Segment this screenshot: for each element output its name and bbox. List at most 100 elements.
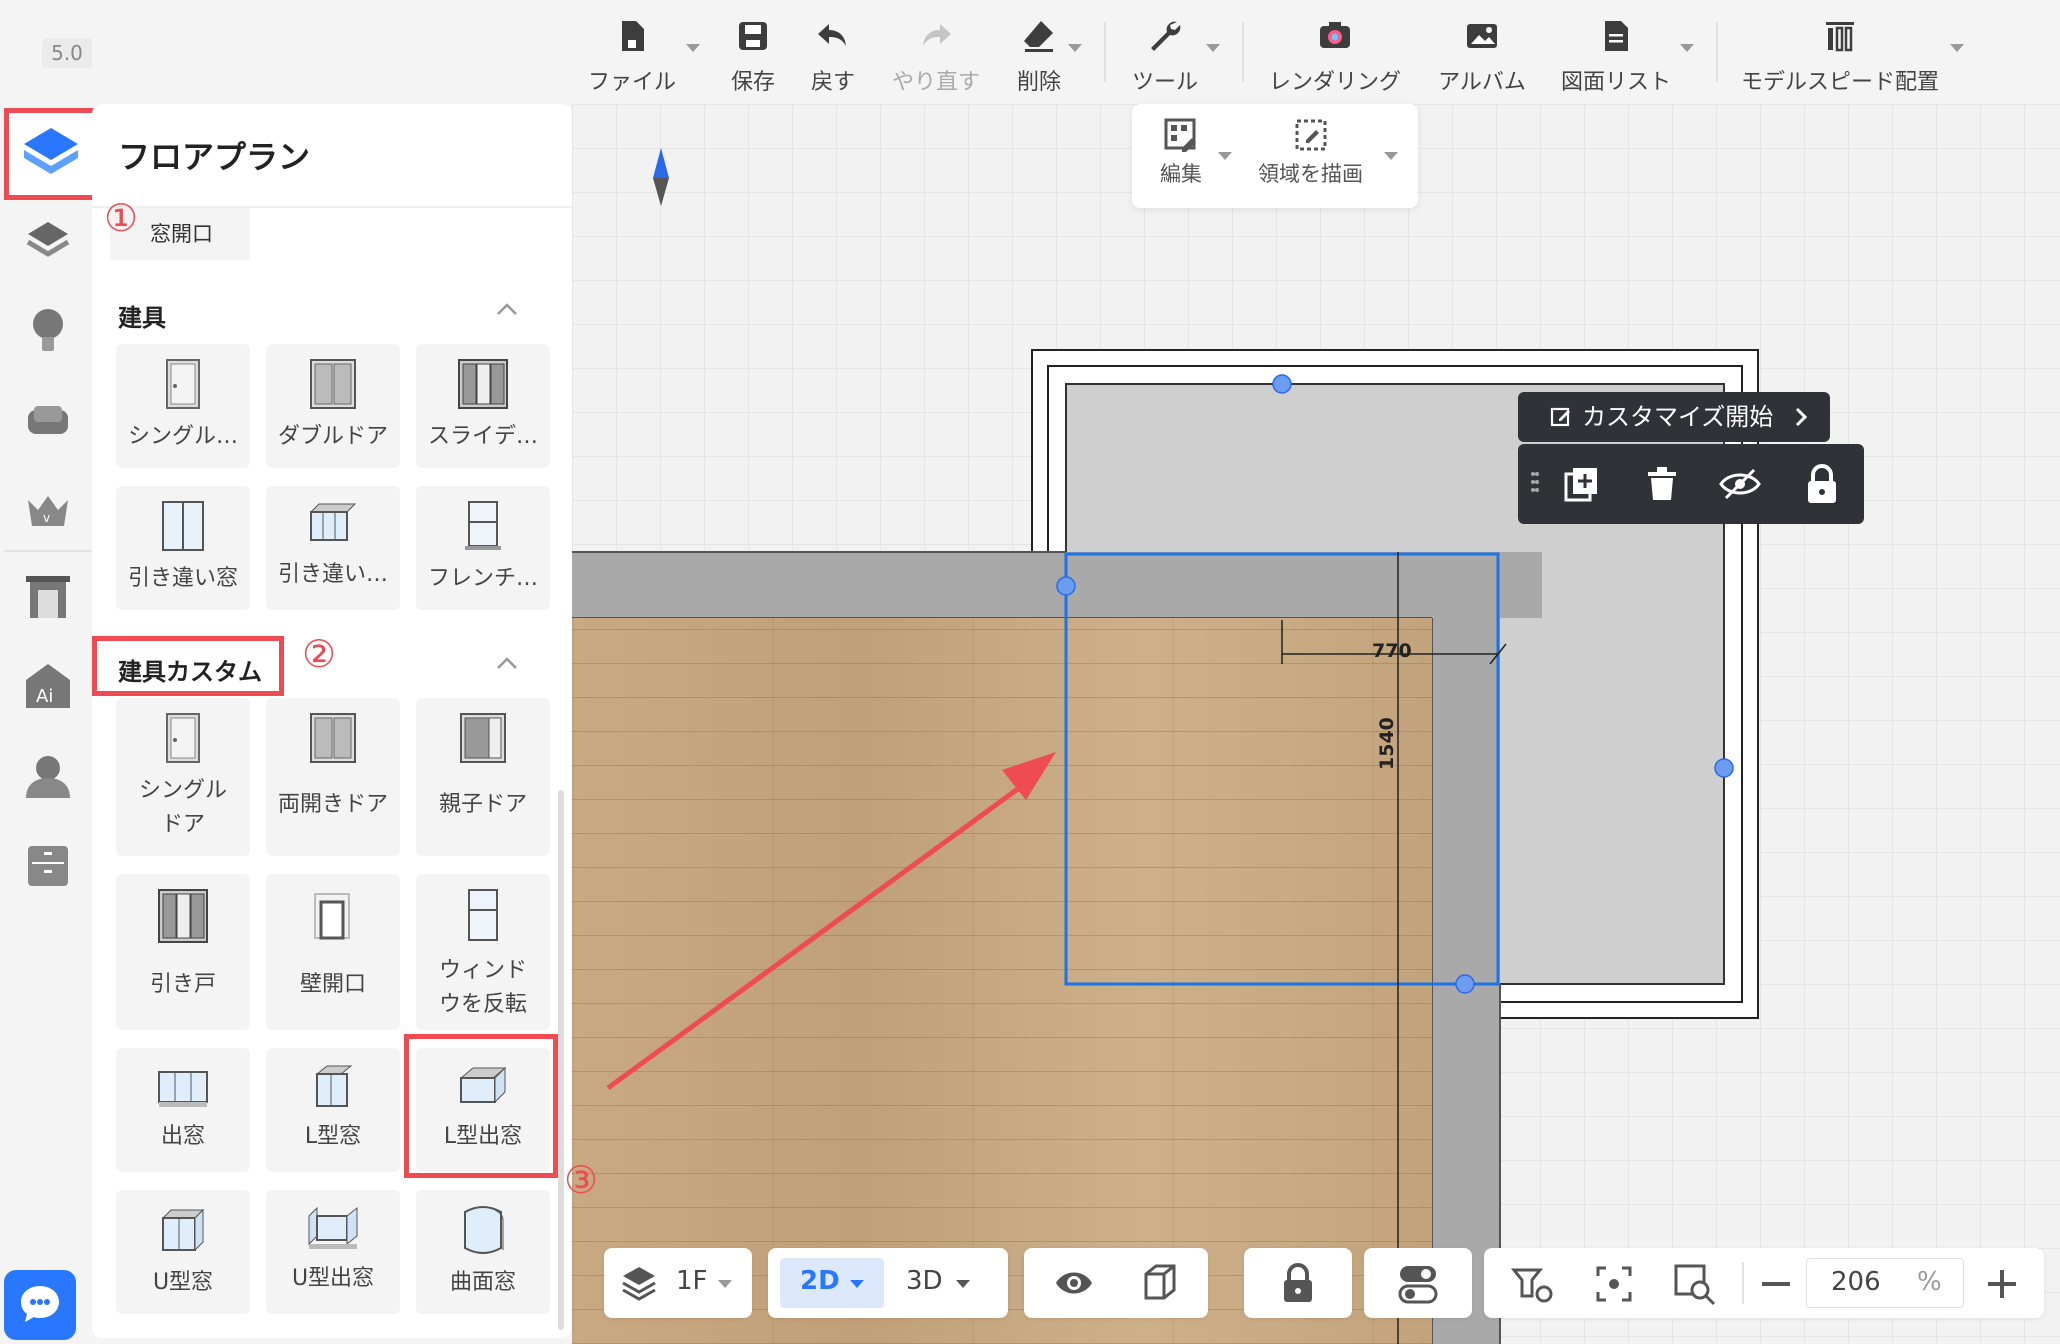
resize-handle-top	[1272, 374, 1292, 394]
tile-flip-window[interactable]: ウィンドウを反転	[416, 874, 550, 1030]
edit-pencil-icon	[1550, 407, 1570, 427]
left-rail: v Ai	[0, 104, 96, 1344]
hide-eye-icon[interactable]	[1718, 464, 1762, 504]
single-door-icon	[166, 713, 200, 763]
annotation-step-1: ①	[104, 196, 139, 240]
svg-text:v: v	[43, 511, 50, 525]
annotation-box-custom-fittings	[92, 636, 284, 696]
double-door-icon	[310, 713, 356, 763]
zoom-fit-icon[interactable]	[1672, 1262, 1716, 1306]
tile-sliding-window-2[interactable]: 引き違い…	[266, 486, 400, 610]
flip-window-icon	[468, 889, 498, 941]
zoom-in-icon[interactable]	[1986, 1268, 2018, 1300]
view-mode-toggle: 2D 3D	[768, 1248, 1008, 1318]
chevron-down-icon	[718, 1280, 732, 1288]
draw-area-button[interactable]: 領域を描画	[1258, 118, 1363, 188]
zoom-out-icon[interactable]	[1760, 1272, 1792, 1296]
lock-icon[interactable]	[1802, 462, 1842, 506]
lightbulb-icon[interactable]	[22, 304, 74, 356]
settings-toggle[interactable]	[1364, 1248, 1472, 1318]
svg-text:Ai: Ai	[36, 686, 53, 707]
rail-divider	[4, 550, 96, 552]
tile-u-bay-window[interactable]: U型出窓	[266, 1190, 400, 1314]
curved-window-icon	[464, 1206, 504, 1254]
edit-grid-icon	[1164, 118, 1196, 152]
cube-icon[interactable]	[1138, 1262, 1178, 1302]
french-window-icon	[465, 501, 501, 550]
chat-bubble-icon	[21, 1286, 59, 1322]
ai-house-icon[interactable]: Ai	[22, 660, 74, 712]
tile-wall-opening[interactable]: 壁開口	[266, 874, 400, 1030]
view-2d-button[interactable]: 2D	[780, 1258, 884, 1308]
object-action-bar	[1518, 444, 1864, 524]
tile-double-swing-door[interactable]: 両開きドア	[266, 698, 400, 856]
chevron-down-icon[interactable]	[1218, 152, 1232, 160]
focus-center-icon[interactable]	[1594, 1264, 1634, 1304]
trash-icon[interactable]	[1642, 464, 1682, 504]
u-bay-window-icon	[308, 1206, 358, 1249]
floor-selector[interactable]: 1F	[604, 1248, 752, 1318]
parent-child-door-icon	[460, 713, 506, 763]
annotation-arrow	[606, 777, 1032, 1091]
cabinet-icon[interactable]	[22, 840, 74, 892]
tile-sliding-window[interactable]: 引き違い窓	[116, 486, 250, 610]
view-settings-icon[interactable]	[1510, 1264, 1554, 1304]
layers-3d-icon[interactable]	[22, 214, 74, 266]
tile-u-window[interactable]: U型窓	[116, 1190, 250, 1314]
resize-handle-left	[1056, 576, 1076, 596]
annotation-step-3: ③	[564, 1158, 599, 1202]
duplicate-icon[interactable]	[1562, 464, 1602, 504]
selection-rectangle	[1064, 552, 1500, 986]
chevron-up-icon[interactable]	[496, 298, 518, 320]
resize-handle-bottom	[1455, 974, 1475, 994]
tile-single-door[interactable]: シングル…	[116, 344, 250, 468]
section-title-fittings: 建具	[118, 304, 166, 332]
chevron-down-icon	[956, 1280, 970, 1288]
tile-bay-window[interactable]: 出窓	[116, 1048, 250, 1172]
tile-l-window[interactable]: L型窓	[266, 1048, 400, 1172]
panel-title: フロアプラン	[118, 138, 311, 176]
lock-icon	[1284, 1263, 1312, 1302]
crown-icon[interactable]: v	[22, 484, 74, 536]
edit-toolbar: 編集 領域を描画	[1132, 104, 1418, 208]
wall-opening-icon	[314, 893, 350, 940]
tile-custom-single-door[interactable]: シングルドア	[116, 698, 250, 856]
tile-sliding-door[interactable]: スライデ…	[416, 344, 550, 468]
dimension-width-label: 770	[1372, 640, 1412, 662]
sofa-icon[interactable]	[22, 394, 74, 446]
layers-icon	[622, 1267, 656, 1301]
sliding-window-3d-icon	[309, 503, 357, 541]
draw-area-icon	[1295, 119, 1326, 151]
tile-sliding-panel-door[interactable]: 引き戸	[116, 874, 250, 1030]
annotation-step-2: ②	[302, 632, 337, 676]
panel-scrollbar[interactable]	[558, 790, 564, 1330]
view-3d-button[interactable]: 3D	[896, 1258, 1000, 1308]
drag-handle-icon[interactable]	[1530, 470, 1540, 498]
annotation-box-l-bay-window	[404, 1034, 558, 1178]
chevron-down-icon	[850, 1280, 864, 1288]
floorplan-icon[interactable]	[20, 124, 82, 180]
zoom-input[interactable]: 206 %	[1806, 1258, 1964, 1308]
single-door-icon	[166, 359, 200, 409]
l-window-icon	[315, 1065, 353, 1107]
tile-parent-child-door[interactable]: 親子ドア	[416, 698, 550, 856]
tile-curved-window[interactable]: 曲面窓	[416, 1190, 550, 1314]
zoom-group: 206 %	[1484, 1248, 2044, 1318]
chat-button[interactable]	[4, 1270, 76, 1340]
customize-start-button[interactable]: カスタマイズ開始	[1518, 392, 1830, 442]
chevron-up-icon[interactable]	[496, 652, 518, 674]
sliding-door-icon	[458, 359, 508, 409]
user-icon[interactable]	[22, 750, 74, 802]
chevron-right-icon	[1795, 407, 1808, 427]
eye-icon[interactable]	[1054, 1265, 1094, 1301]
edit-button[interactable]: 編集	[1160, 118, 1202, 188]
tile-double-door[interactable]: ダブルドア	[266, 344, 400, 468]
door-frame-icon[interactable]	[22, 570, 74, 622]
double-door-icon	[310, 359, 356, 409]
resize-handle-right	[1714, 758, 1734, 778]
visibility-group	[1024, 1248, 1208, 1318]
chevron-down-icon[interactable]	[1384, 152, 1398, 160]
tile-french-window[interactable]: フレンチ…	[416, 486, 550, 610]
lock-toggle[interactable]	[1244, 1248, 1352, 1318]
zoom-separator	[1742, 1262, 1744, 1304]
